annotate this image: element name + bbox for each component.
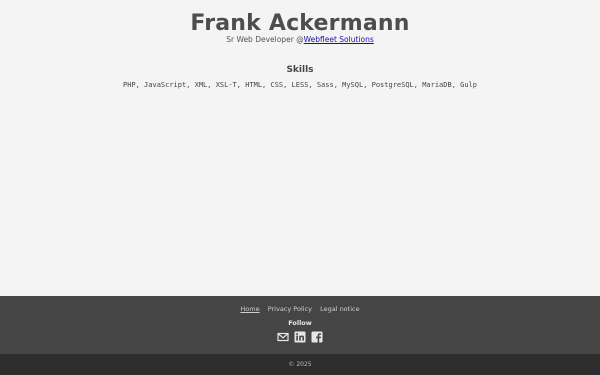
skills-list: PHP, JavaScript, XML, XSL-T, HTML, CSS, … bbox=[122, 81, 477, 89]
follow-heading: Follow bbox=[288, 319, 312, 327]
company-link[interactable]: Webfleet Solutions bbox=[304, 35, 374, 44]
role-text: Sr Web Developer @ bbox=[226, 35, 304, 44]
role-line: Sr Web Developer @Webfleet Solutions bbox=[0, 35, 600, 45]
footer: Home Privacy Policy Legal notice Follow bbox=[0, 296, 600, 354]
footer-link-home[interactable]: Home bbox=[240, 305, 259, 313]
mail-icon[interactable] bbox=[277, 331, 289, 343]
page: Frank Ackermann Sr Web Developer @Webfle… bbox=[0, 0, 600, 375]
skills-heading: Skills bbox=[286, 65, 314, 75]
copyright-text: © 2025 bbox=[288, 361, 312, 368]
facebook-icon[interactable] bbox=[311, 331, 323, 343]
copyright-bar: © 2025 bbox=[0, 354, 600, 375]
linkedin-icon[interactable] bbox=[294, 331, 306, 343]
footer-nav: Home Privacy Policy Legal notice bbox=[0, 305, 600, 314]
main-content: Frank Ackermann Sr Web Developer @Webfle… bbox=[0, 0, 600, 296]
social-links bbox=[0, 331, 600, 343]
page-title: Frank Ackermann bbox=[190, 11, 410, 36]
footer-link-privacy[interactable]: Privacy Policy bbox=[268, 305, 312, 313]
footer-link-legal[interactable]: Legal notice bbox=[320, 305, 360, 313]
